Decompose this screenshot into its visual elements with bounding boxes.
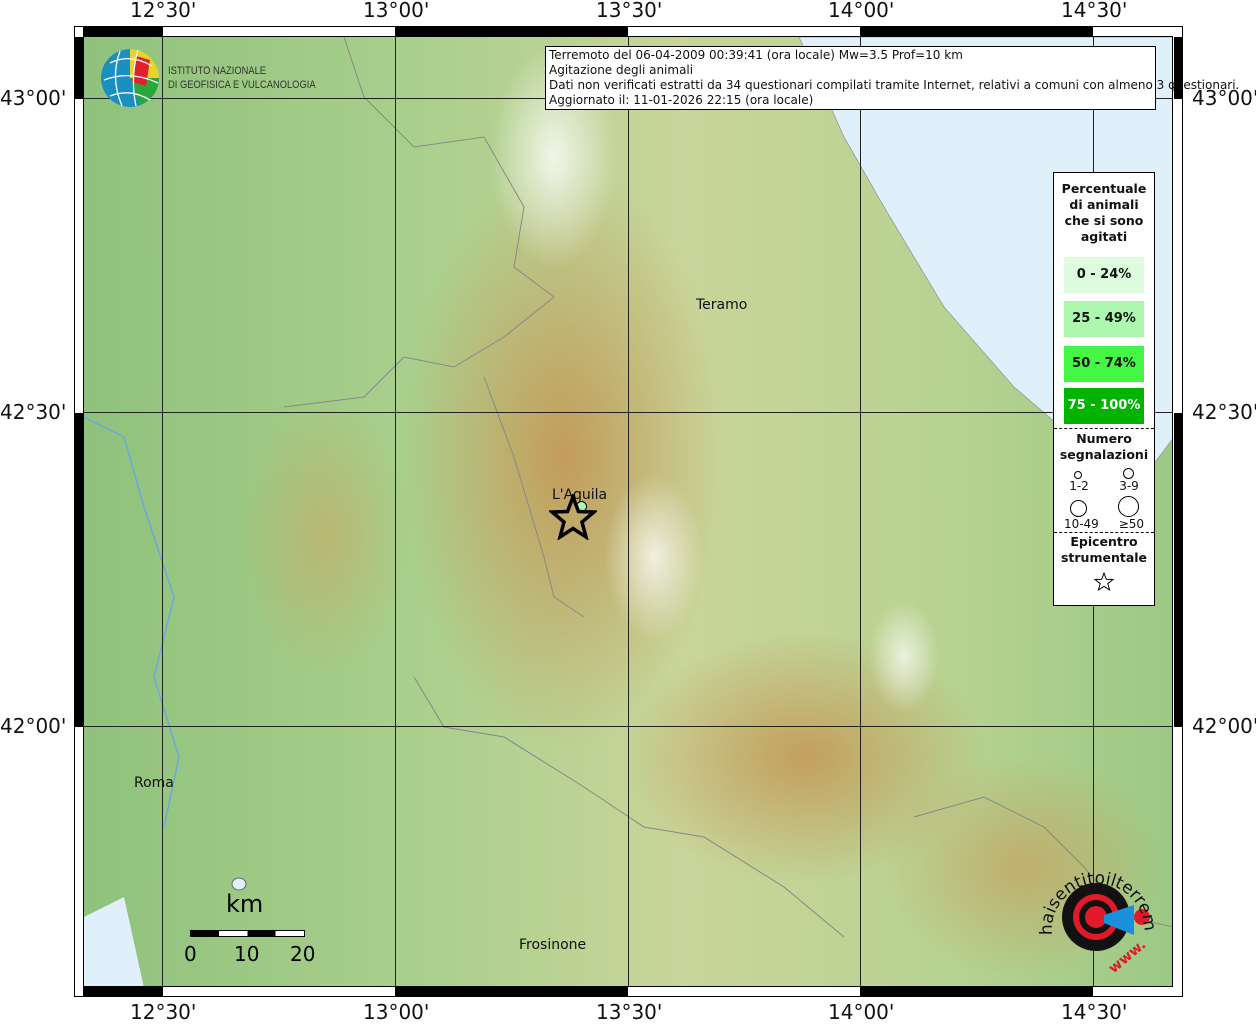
legend: Percentuale di animali che si sono agita… — [1053, 172, 1155, 606]
event-updated: Aggiornato il: 11-01-2026 22:15 (ora loc… — [549, 93, 814, 107]
legend-class: 50 - 74% — [1064, 346, 1144, 382]
ingv-line1: ISTITUTO NAZIONALE — [168, 65, 267, 77]
lat-tick: 42°30' — [1192, 400, 1256, 424]
count-title: Numero — [1076, 431, 1132, 446]
lon-tick: 13°00' — [363, 0, 430, 22]
star-outline-icon — [1093, 571, 1115, 592]
count-label: 1-2 — [1069, 479, 1089, 493]
event-title: Terremoto del 06-04-2009 00:39:41 (ora l… — [549, 48, 963, 62]
legend-title: Percentuale di animali che si sono agita… — [1054, 173, 1154, 245]
epicenter-title: strumentale — [1060, 550, 1148, 565]
lat-tick: 42°00' — [0, 714, 67, 738]
legend-class: 0 - 24% — [1064, 257, 1144, 293]
count-label: ≥50 — [1118, 517, 1145, 531]
lon-tick: 14°30' — [1061, 1000, 1128, 1024]
scale-bar: km 0 10 20 — [184, 890, 326, 970]
epicenter-title: Epicentro — [1070, 534, 1138, 549]
event-info-box: Terremoto del 06-04-2009 00:39:41 (ora l… — [545, 46, 1240, 110]
scale-label: 10 — [234, 942, 260, 966]
legend-class: 75 - 100% — [1064, 388, 1144, 424]
legend-title-line: di animali — [1069, 197, 1139, 212]
event-note: Dati non verificati estratti da 34 quest… — [549, 78, 1240, 92]
city-frosinone: Frosinone — [519, 937, 587, 953]
count-label: 3-9 — [1119, 479, 1139, 493]
epicenter-star-icon[interactable] — [549, 494, 597, 540]
lat-tick: 42°00' — [1192, 714, 1256, 738]
event-subtitle: Agitazione degli animali — [549, 63, 694, 77]
scale-label: 20 — [290, 942, 316, 966]
sea-tyrrhenian — [84, 897, 144, 986]
lon-tick: 13°00' — [363, 1000, 430, 1024]
globe-icon — [101, 49, 159, 107]
circle-large-icon — [1069, 500, 1087, 517]
count-label: 10-49 — [1063, 517, 1099, 531]
ingv-logo: ISTITUTO NAZIONALE DI GEOFISICA E VULCAN… — [100, 48, 316, 112]
legend-title-line: che si sono — [1064, 213, 1144, 228]
city-roma: Roma — [134, 775, 174, 791]
lon-tick: 13°30' — [596, 1000, 663, 1024]
legend-class: 25 - 49% — [1064, 301, 1144, 337]
city-teramo: Teramo — [696, 297, 748, 313]
lon-tick: 14°00' — [828, 0, 895, 22]
lake — [231, 877, 247, 891]
river — [84, 416, 180, 828]
lon-tick: 14°00' — [828, 1000, 895, 1024]
scale-unit: km — [226, 890, 264, 918]
lon-tick: 12°30' — [130, 1000, 197, 1024]
legend-title-line: Percentuale — [1061, 181, 1147, 196]
lon-tick: 12°30' — [130, 0, 197, 22]
circle-small-icon — [1074, 471, 1083, 479]
circle-medium-icon — [1122, 468, 1134, 479]
map-canvas[interactable] — [83, 36, 1173, 987]
circle-xlarge-icon — [1117, 496, 1139, 517]
lat-tick: 43°00' — [0, 86, 67, 110]
lat-tick: 42°30' — [0, 400, 67, 424]
haisentito-logo[interactable]: haisentitoilterremoto.it www. — [1034, 855, 1164, 975]
count-title: segnalazioni — [1059, 447, 1149, 462]
lon-tick: 14°30' — [1061, 0, 1128, 22]
lon-tick: 13°30' — [596, 0, 663, 22]
ingv-line2: DI GEOFISICA E VULCANOLOGIA — [168, 79, 316, 91]
legend-title-line: agitati — [1080, 229, 1128, 244]
scale-label: 0 — [184, 942, 197, 966]
